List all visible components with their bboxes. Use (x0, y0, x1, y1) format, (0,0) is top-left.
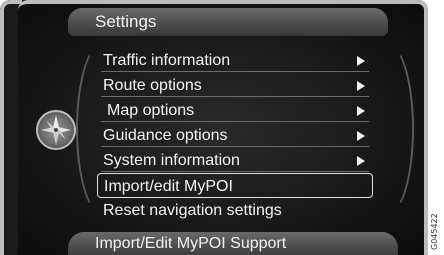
arrow-right-icon (357, 131, 365, 141)
menu-item-route-options[interactable]: Route options (97, 73, 377, 98)
menu-item-import-edit-mypoi[interactable]: Import/edit MyPOI (97, 173, 373, 198)
arrow-right-icon (357, 56, 365, 66)
compass-icon (36, 110, 76, 150)
menu-item-label: Guidance options (103, 127, 228, 144)
footer-help-text: Import/Edit MyPOI Support (95, 235, 287, 252)
menu-item-label: Reset navigation settings (103, 202, 282, 219)
menu-item-reset-navigation-settings[interactable]: Reset navigation settings (97, 198, 377, 223)
arrow-right-icon (357, 106, 365, 116)
divider (101, 96, 369, 97)
display-screen: Settings Traffic information Route optio… (0, 0, 428, 255)
menu-item-label: Route options (103, 77, 202, 94)
menu-item-label: Map options (107, 102, 195, 119)
divider (101, 121, 369, 122)
arrow-right-icon (357, 81, 365, 91)
divider (101, 171, 369, 172)
menu-item-traffic-information[interactable]: Traffic information (97, 48, 377, 73)
menu-item-system-information[interactable]: System information (97, 148, 377, 173)
arrow-right-icon (357, 156, 365, 166)
menu-item-label: Import/edit MyPOI (104, 178, 233, 195)
menu-item-label: System information (103, 152, 240, 169)
figure-code: G045422 (430, 213, 439, 250)
menu-item-map-options[interactable]: Map options (97, 98, 377, 123)
divider (101, 71, 369, 72)
settings-menu: Traffic information Route options Map op… (97, 48, 377, 223)
menu-item-guidance-options[interactable]: Guidance options (97, 123, 377, 148)
page-title: Settings (95, 12, 157, 31)
menu-item-label: Traffic information (103, 52, 231, 69)
divider (101, 146, 369, 147)
